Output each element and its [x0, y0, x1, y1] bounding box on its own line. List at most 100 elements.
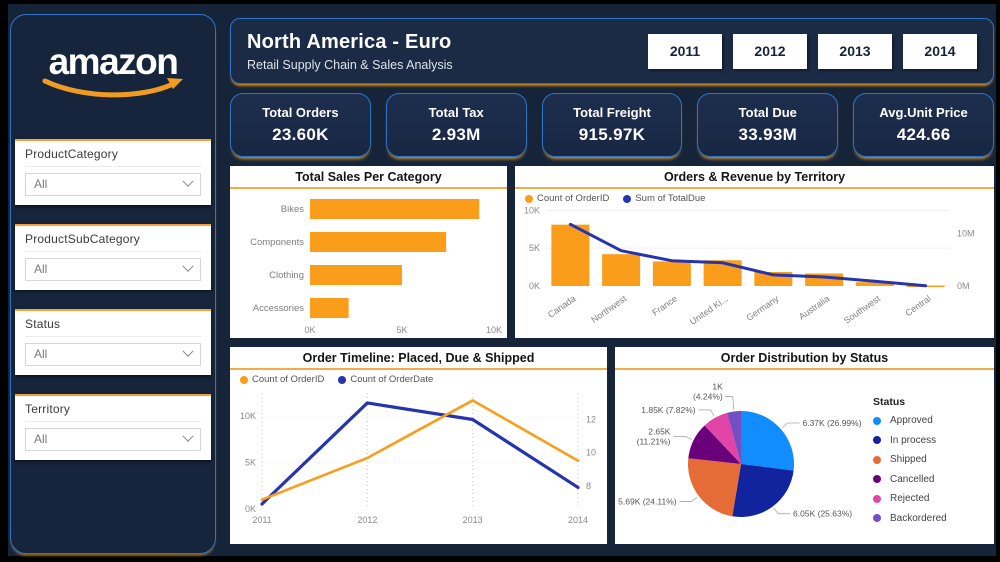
svg-text:Australia: Australia	[797, 293, 831, 321]
legend-label: Cancelled	[890, 473, 935, 485]
svg-text:Clothing: Clothing	[269, 270, 304, 281]
year-button-2012[interactable]: 2012	[733, 33, 807, 69]
svg-text:5K: 5K	[396, 325, 407, 335]
legend-dot	[873, 436, 881, 444]
filter-value: All	[34, 432, 48, 446]
legend-label: Shipped	[890, 454, 927, 465]
filter-label: Territory	[25, 402, 201, 422]
legend-dot	[873, 494, 881, 503]
pie-area: 6.37K (26.99%) 6.05K (25.63%) 5.69K (24.11…	[615, 370, 994, 542]
amazon-logo-text: amazon	[48, 41, 179, 82]
kpi-value: 2.93M	[431, 125, 481, 144]
kpi-total-orders: Total Orders 23.60K	[230, 93, 371, 157]
legend-label: Count of OrderDate	[350, 374, 434, 385]
kpi-value: 424.66	[896, 125, 951, 144]
legend-label: Rejected	[890, 493, 930, 504]
legend-label: In process	[890, 434, 937, 446]
order-timeline-line-chart[interactable]: 0K 5K 10K 8 10 12 2011 2012 2013 2014	[230, 385, 607, 540]
svg-text:5.69K (24.11%): 5.69K (24.11%)	[618, 496, 677, 506]
chart-title: Orders & Revenue by Territory	[515, 166, 994, 189]
legend-item-rejected: Rejected	[873, 493, 985, 504]
legend-item-approved: Approved	[873, 415, 985, 426]
kpi-row: Total Orders 23.60K Total Tax 2.93M Tota…	[230, 93, 994, 157]
filter-list: ProductCategory All ProductSubCategory A…	[11, 139, 215, 460]
panel-total-sales-per-category: Total Sales Per Category Bikes Components…	[230, 166, 507, 338]
svg-text:5K: 5K	[245, 458, 256, 468]
svg-text:12: 12	[586, 415, 596, 425]
year-button-2013[interactable]: 2013	[818, 33, 892, 69]
svg-text:Southwest: Southwest	[842, 293, 883, 326]
legend-dot-blue	[338, 375, 347, 384]
filter-value: All	[34, 347, 48, 361]
kpi-total-freight: Total Freight 915.97K	[541, 93, 683, 157]
filter-status: Status All	[15, 309, 211, 375]
svg-text:10K: 10K	[486, 325, 502, 335]
panel-order-distribution-by-status: Order Distribution by Status 6.37K (26.9…	[615, 347, 994, 544]
legend-label: Backordered	[890, 512, 947, 524]
page-subtitle: Retail Supply Chain & Sales Analysis	[247, 57, 453, 72]
svg-text:Canada: Canada	[546, 293, 578, 319]
legend-label: Approved	[890, 415, 933, 426]
orders-revenue-territory-combo-chart[interactable]: 0K 5K 10K 0M 10M Canada Northwest France United …	[515, 204, 985, 338]
svg-text:0K: 0K	[304, 325, 315, 335]
order-status-pie-chart[interactable]: 6.37K (26.99%) 6.05K (25.63%) 5.69K (24.11…	[615, 370, 873, 542]
year-slicer: 2011 2012 2013 2014	[648, 33, 977, 69]
filter-territory-dropdown[interactable]: All	[25, 428, 201, 451]
filter-status-dropdown[interactable]: All	[25, 343, 201, 366]
legend-dot-orange	[525, 194, 533, 203]
svg-text:2.65K(11.21%): 2.65K (11.21%)	[637, 426, 671, 446]
filter-territory: Territory All	[15, 394, 211, 460]
svg-text:Accessories: Accessories	[253, 303, 304, 314]
legend-dot	[873, 455, 881, 464]
page-title: North America - Euro	[247, 30, 452, 53]
legend-dot	[873, 514, 881, 522]
svg-text:10M: 10M	[957, 228, 975, 238]
filter-label: ProductCategory	[25, 147, 201, 167]
svg-text:2012: 2012	[357, 515, 377, 525]
filter-product-subcategory-dropdown[interactable]: All	[25, 258, 201, 281]
filter-product-subcategory: ProductSubCategory All	[15, 224, 211, 290]
svg-text:1K(4.24%): 1K (4.24%)	[693, 382, 723, 402]
legend-item-shipped: Shipped	[873, 454, 985, 465]
kpi-label: Total Orders	[262, 105, 339, 120]
svg-text:France: France	[650, 293, 679, 317]
chevron-down-icon	[182, 175, 194, 187]
legend-item-cancelled: Cancelled	[873, 474, 985, 485]
legend-item: Count of OrderDate	[338, 374, 433, 385]
kpi-label: Total Tax	[428, 105, 484, 120]
svg-text:Central: Central	[903, 293, 933, 318]
svg-text:0M: 0M	[957, 281, 970, 291]
legend-item-backordered: Backordered	[873, 513, 985, 524]
panel-orders-revenue-by-territory: Orders & Revenue by Territory Count of O…	[515, 166, 994, 338]
sidebar: amazon ProductCategory All ProductSubCat…	[10, 14, 216, 554]
kpi-avg-unit-price: Avg.Unit Price 424.66	[853, 93, 994, 157]
status-legend: Status Approved In process Shipped Cance…	[873, 370, 985, 542]
year-button-2011[interactable]: 2011	[648, 33, 722, 69]
svg-text:6.37K (26.99%): 6.37K (26.99%)	[802, 418, 861, 428]
kpi-value: 23.60K	[272, 125, 329, 144]
chart-title: Order Timeline: Placed, Due & Shipped	[230, 347, 607, 370]
charts-row-1: Total Sales Per Category Bikes Components…	[230, 166, 994, 338]
kpi-label: Avg.Unit Price	[879, 105, 968, 120]
svg-text:2011: 2011	[252, 515, 271, 525]
svg-text:2013: 2013	[463, 515, 483, 525]
year-button-2014[interactable]: 2014	[903, 33, 977, 69]
filter-label: ProductSubCategory	[25, 232, 201, 252]
panel-order-timeline: Order Timeline: Placed, Due & Shipped Co…	[230, 347, 607, 544]
legend-dot	[873, 475, 881, 483]
svg-text:8: 8	[586, 481, 591, 491]
chevron-down-icon	[182, 430, 194, 442]
timeline-legend: Count of OrderID Count of OrderDate	[230, 370, 607, 385]
filter-product-category-dropdown[interactable]: All	[25, 173, 201, 196]
legend-item: Count of OrderID	[525, 193, 609, 204]
header-titles: North America - Euro Retail Supply Chain…	[247, 31, 453, 72]
svg-text:Components: Components	[250, 237, 304, 248]
legend-dot	[873, 416, 881, 425]
chevron-down-icon	[182, 260, 194, 272]
filter-value: All	[34, 177, 48, 191]
sales-per-category-bar-chart[interactable]: Bikes Components Clothing Accessories 0K 5K 10…	[230, 189, 507, 337]
chevron-down-icon	[182, 345, 194, 357]
svg-text:1.85K (7.82%): 1.85K (7.82%)	[641, 405, 696, 415]
legend-item-in-process: In process	[873, 435, 985, 446]
chart-title: Order Distribution by Status	[615, 347, 994, 370]
